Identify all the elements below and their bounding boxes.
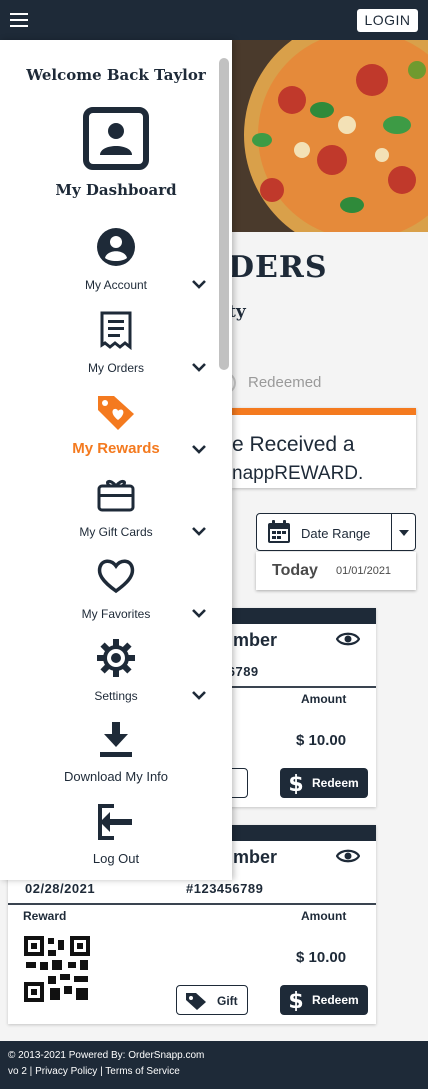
footer: © 2013-2021 Powered By: OrderSnapp.com v… [0, 1041, 428, 1089]
terms-of-service-link[interactable]: Terms of Service [105, 1066, 179, 1077]
today-option[interactable]: Today [272, 562, 318, 580]
redeem-button-label: Redeem [312, 776, 359, 790]
nav-item-my-rewards[interactable]: My Rewards [0, 392, 232, 472]
download-icon [100, 722, 132, 757]
privacy-policy-link[interactable]: Privacy Policy [35, 1066, 97, 1077]
received-reward-banner: e Received a nappREWARD. [232, 408, 416, 488]
redeem-button[interactable]: $ Redeem [280, 985, 368, 1015]
date-range-label: Date Range [301, 526, 371, 541]
dashboard-icon[interactable] [83, 107, 149, 170]
pizza-illustration [232, 40, 428, 232]
nav-item-my-gift-cards[interactable]: My Gift Cards [0, 474, 232, 554]
eye-icon[interactable] [336, 630, 360, 648]
nav-item-my-account[interactable]: My Account [0, 227, 232, 307]
gift-button[interactable]: Gift [176, 985, 248, 1015]
today-date: 01/01/2021 [336, 565, 392, 577]
welcome-message: Welcome Back Taylor [26, 66, 206, 84]
qr-code-icon [24, 936, 90, 1002]
redeem-button[interactable]: $ Redeem [280, 768, 368, 798]
receipt-icon [100, 311, 132, 350]
chevron-down-icon[interactable] [191, 279, 207, 289]
footer-links: vo 2 | Privacy Policy | Terms of Service [8, 1066, 180, 1077]
date-range-dropdown-button[interactable] [392, 513, 416, 551]
chevron-down-icon[interactable] [191, 608, 207, 618]
reward-label: Reward [23, 909, 67, 923]
gear-icon [97, 639, 135, 677]
dollar-icon: $ [288, 989, 303, 1011]
nav-item-settings[interactable]: Settings [0, 638, 232, 718]
received-banner-line1: e Received a [232, 433, 355, 456]
calendar-icon [268, 520, 290, 543]
gift-button-label: Gift [217, 994, 238, 1008]
received-banner-line2: nappREWARD. [232, 463, 364, 484]
side-drawer: Welcome Back Taylor My Dashboard My Acco… [0, 40, 232, 880]
my-dashboard-label[interactable]: My Dashboard [0, 181, 232, 199]
footer-copyright: © 2013-2021 Powered By: OrderSnapp.com [8, 1050, 205, 1061]
page-heading: DERS [228, 250, 328, 285]
nav-item-my-favorites[interactable]: My Favorites [0, 556, 232, 636]
amount-label: Amount [301, 692, 347, 706]
svg-text:$: $ [288, 989, 303, 1011]
chevron-down-icon[interactable] [191, 362, 207, 372]
nav-item-label: Download My Info [63, 769, 169, 784]
top-bar: LOGIN [0, 0, 428, 40]
nav-item-log-out[interactable]: Log Out [0, 802, 232, 882]
login-button[interactable]: LOGIN [357, 9, 418, 32]
amount-value: $ 10.00 [296, 949, 347, 966]
eye-icon[interactable] [336, 847, 360, 865]
caret-down-icon [399, 530, 409, 536]
chevron-down-icon[interactable] [191, 526, 207, 536]
card-divider [8, 903, 376, 905]
nav-item-download-my-info[interactable]: Download My Info [0, 720, 232, 800]
dollar-icon: $ [288, 772, 303, 794]
redeemed-tab-label[interactable]: Redeemed [248, 374, 321, 391]
svg-text:$: $ [288, 772, 303, 794]
card-date: 02/28/2021 [25, 881, 96, 896]
chevron-down-icon[interactable] [191, 444, 207, 454]
date-range-button[interactable]: Date Range [256, 513, 392, 551]
chevron-down-icon[interactable] [191, 690, 207, 700]
footer-version: vo 2 [8, 1066, 27, 1077]
amount-label: Amount [301, 909, 347, 923]
gift-card-icon [97, 479, 135, 512]
card-number: #123456789 [186, 881, 264, 896]
heart-tag-icon [98, 396, 134, 430]
nav-item-my-orders[interactable]: My Orders [0, 310, 232, 390]
user-circle-icon [97, 228, 135, 266]
amount-value: $ 10.00 [296, 732, 347, 749]
hamburger-menu-icon[interactable] [8, 12, 30, 28]
logout-icon [98, 804, 132, 840]
redeem-button-label: Redeem [312, 993, 359, 1007]
pizza-hero-image [232, 40, 428, 232]
tag-icon [186, 993, 206, 1010]
heart-icon [97, 559, 135, 594]
nav-item-label: Log Out [92, 851, 140, 866]
date-dropdown-panel: Today 01/01/2021 [256, 552, 416, 590]
